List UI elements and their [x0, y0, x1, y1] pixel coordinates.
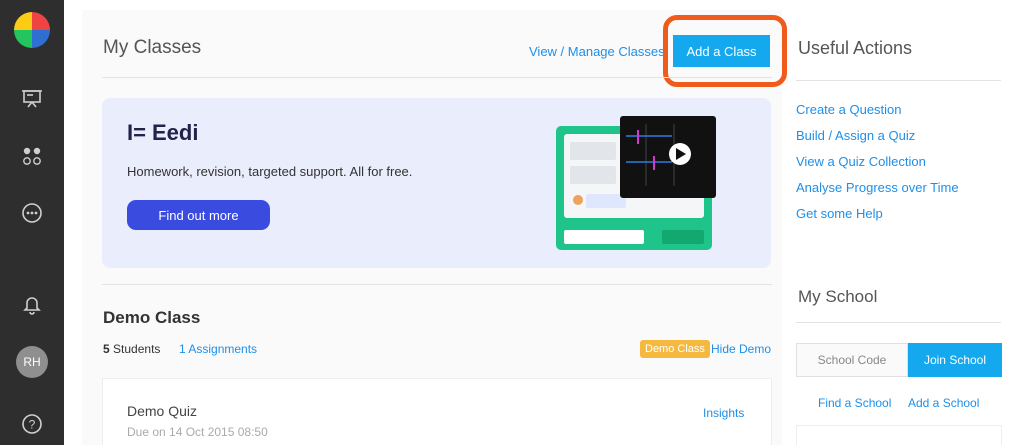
sidebar-item-apps[interactable] — [0, 134, 64, 178]
divider — [102, 77, 772, 78]
sidebar-item-notifications[interactable] — [0, 282, 64, 326]
add-class-button[interactable]: Add a Class — [673, 35, 770, 67]
bell-icon — [23, 297, 41, 315]
students-number: 5 — [103, 342, 110, 356]
school-code-input[interactable]: School Code — [796, 343, 908, 377]
find-school-link[interactable]: Find a School — [818, 396, 891, 410]
school-list-card — [796, 425, 1002, 445]
create-question-link[interactable]: Create a Question — [796, 102, 959, 117]
divider — [796, 322, 1001, 323]
useful-actions-title: Useful Actions — [798, 38, 913, 58]
assignments-link[interactable]: 1 Assignments — [179, 342, 257, 356]
students-label: Students — [113, 342, 161, 356]
quiz-card: Demo Quiz Due on 14 Oct 2015 08:50 Insig… — [102, 378, 772, 445]
analyse-progress-link[interactable]: Analyse Progress over Time — [796, 180, 959, 195]
avatar[interactable]: RH — [16, 346, 48, 378]
promo-banner: I= Eedi Homework, revision, targeted supp… — [102, 98, 771, 268]
get-help-link[interactable]: Get some Help — [796, 206, 959, 221]
hide-demo-link[interactable]: Hide Demo — [711, 342, 771, 356]
find-out-more-button[interactable]: Find out more — [127, 200, 270, 230]
join-school-button[interactable]: Join School — [908, 343, 1002, 377]
apps-grid-icon — [23, 147, 41, 165]
sidebar: RH ? — [0, 0, 64, 445]
divider — [102, 284, 772, 285]
top-strip — [64, 0, 1034, 10]
my-school-title: My School — [798, 287, 878, 306]
build-assign-quiz-link[interactable]: Build / Assign a Quiz — [796, 128, 959, 143]
view-quiz-collection-link[interactable]: View a Quiz Collection — [796, 154, 959, 169]
banner-tagline: Homework, revision, targeted support. Al… — [127, 164, 413, 179]
add-school-link[interactable]: Add a School — [908, 396, 979, 410]
presentation-icon — [22, 90, 42, 108]
eedi-mark-icon: I= — [127, 120, 146, 145]
sidebar-item-more[interactable] — [0, 191, 64, 235]
sidebar-item-help[interactable]: ? — [0, 402, 64, 445]
more-icon — [22, 203, 42, 223]
svg-text:?: ? — [29, 418, 36, 432]
students-count: 5 Students — [103, 342, 160, 356]
insights-link[interactable]: Insights — [703, 406, 744, 420]
page-title: My Classes — [103, 37, 202, 58]
useful-actions-list: Create a Question Build / Assign a Quiz … — [796, 102, 959, 232]
help-icon: ? — [22, 414, 42, 434]
eedi-logo-icon[interactable] — [14, 12, 50, 48]
demo-class-badge: Demo Class — [640, 340, 710, 358]
sidebar-item-classes[interactable] — [0, 76, 64, 120]
class-title: Demo Class — [103, 308, 201, 327]
quiz-name[interactable]: Demo Quiz — [127, 403, 197, 419]
brand-logo: I= Eedi — [127, 120, 198, 146]
product-illustration — [556, 116, 716, 250]
view-manage-classes-link[interactable]: View / Manage Classes — [529, 44, 665, 59]
divider — [796, 80, 1001, 81]
quiz-due-date: Due on 14 Oct 2015 08:50 — [127, 425, 268, 439]
brand-name: Eedi — [151, 120, 199, 145]
